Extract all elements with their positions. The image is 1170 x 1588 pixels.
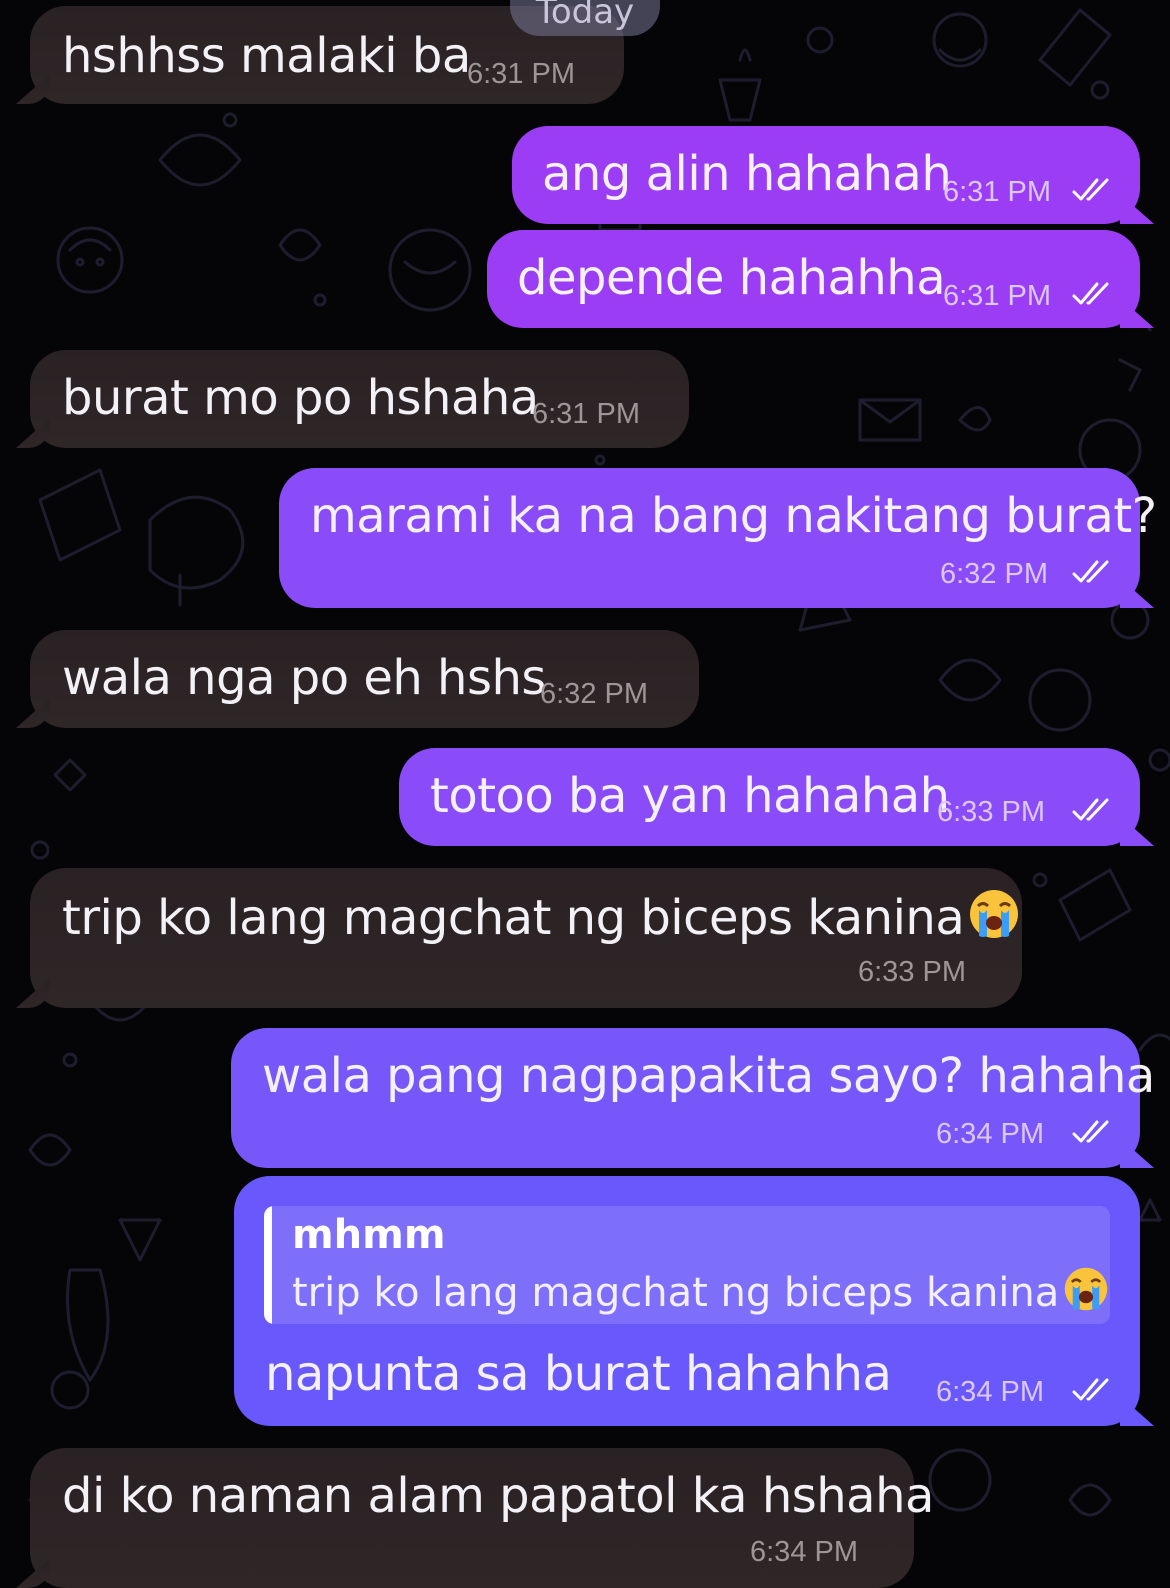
message-text: wala pang nagpapakita sayo? hahaha [262,1048,1155,1104]
message-text: wala nga po eh hshs [62,650,546,706]
message-outgoing[interactable]: marami ka na bang nakitang burat? 6:32 P… [279,468,1157,608]
message-time: 6:31 PM [943,280,1051,312]
message-time: 6:34 PM [936,1376,1044,1408]
message-outgoing-reply[interactable]: mhmm trip ko lang magchat ng biceps kani… [234,1176,1140,1426]
read-receipt-icon [1072,1378,1109,1401]
read-receipt-icon [1072,178,1109,201]
reply-quote[interactable]: mhmm trip ko lang magchat ng biceps kani… [264,1206,1110,1324]
reply-quote-text-content: trip ko lang magchat ng biceps kanina [292,1270,1060,1316]
message-time: 6:32 PM [940,558,1048,590]
message-time: 6:31 PM [532,398,640,430]
message-outgoing[interactable]: ang alin hahahah 6:31 PM [512,126,1140,224]
message-text: totoo ba yan hahahah [430,768,950,824]
date-separator: Today [510,0,660,36]
message-time: 6:34 PM [750,1536,858,1568]
message-time: 6:31 PM [943,176,1051,208]
message-outgoing[interactable]: depende hahahha 6:31 PM [487,230,1140,328]
message-text: depende hahahha [517,250,946,306]
message-text: burat mo po hshaha [62,370,539,426]
message-incoming[interactable]: wala nga po eh hshs 6:32 PM [30,630,699,728]
read-receipt-icon [1072,1120,1109,1143]
message-time: 6:33 PM [858,956,966,988]
reply-sender-name: mhmm [292,1212,446,1258]
message-incoming[interactable]: trip ko lang magchat ng biceps kanina 6:… [30,868,1022,1008]
message-outgoing[interactable]: totoo ba yan hahahah 6:33 PM [399,748,1140,846]
message-text: ang alin hahahah [542,146,952,202]
reply-quote-bar [264,1206,272,1324]
read-receipt-icon [1072,282,1109,305]
message-text: marami ka na bang nakitang burat? [310,488,1157,544]
message-incoming[interactable]: di ko naman alam papatol ka hshaha 6:34 … [30,1448,934,1588]
message-text: hshhss malaki ba [62,28,471,84]
loudly-crying-face-icon [970,890,1019,938]
message-incoming[interactable]: burat mo po hshaha 6:31 PM [30,350,689,448]
message-time: 6:32 PM [540,678,648,710]
message-text-content: trip ko lang magchat ng biceps kanina [62,890,965,946]
message-time: 6:31 PM [467,58,575,90]
read-receipt-icon [1072,560,1109,583]
message-time: 6:34 PM [936,1118,1044,1150]
loudly-crying-face-icon [1065,1267,1108,1311]
message-outgoing[interactable]: wala pang nagpapakita sayo? hahaha 6:34 … [231,1028,1155,1168]
message-time: 6:33 PM [937,796,1045,828]
message-text: trip ko lang magchat ng biceps kanina [62,888,1020,946]
message-text: napunta sa burat hahahha [265,1346,892,1402]
message-text: di ko naman alam papatol ka hshaha [62,1468,934,1524]
read-receipt-icon [1072,798,1109,821]
reply-quote-text: trip ko lang magchat ng biceps kanina [292,1266,1109,1316]
